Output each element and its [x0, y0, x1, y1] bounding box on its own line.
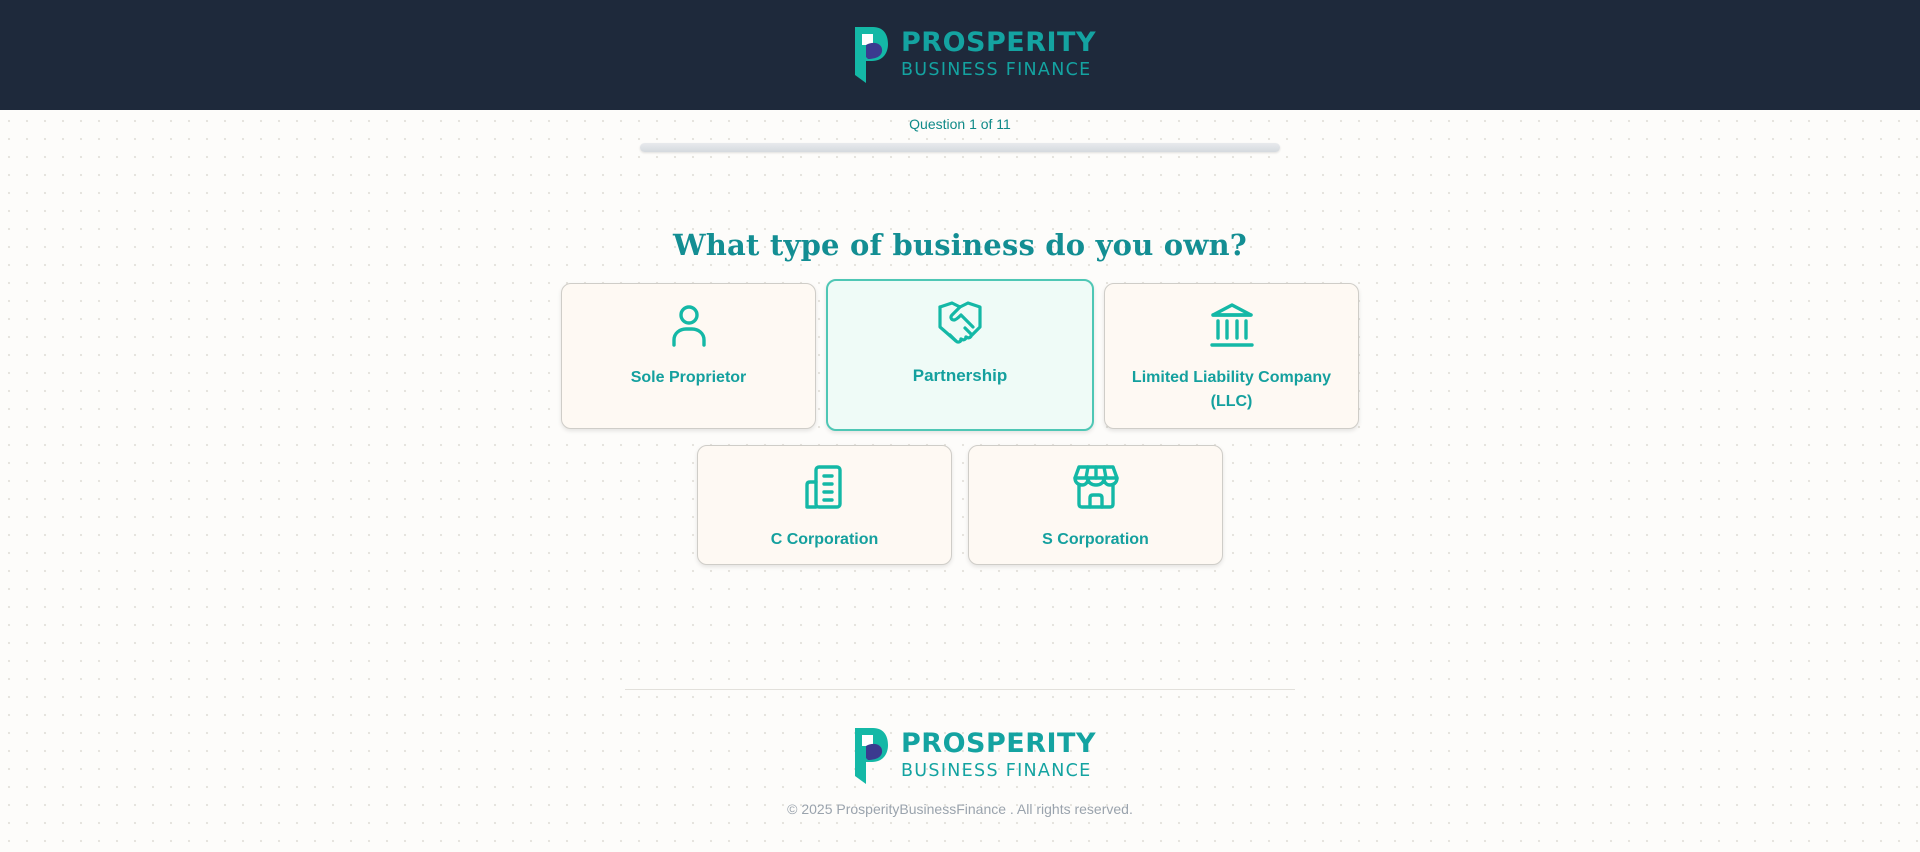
prosperity-logo-icon: [855, 27, 888, 83]
copyright-text: © 2025 ProsperityBusinessFinance . All r…: [787, 801, 1133, 817]
header-logo[interactable]: PROSPERITY BUSINESS FINANCE: [855, 27, 1096, 83]
prosperity-logo-icon: [855, 728, 888, 784]
office-building-icon: [804, 465, 842, 509]
option-label: Partnership: [912, 366, 1008, 385]
brand-tagline: BUSINESS FINANCE: [901, 761, 1092, 781]
footer-divider: [625, 689, 1295, 690]
progress-label: Question 1 of 11: [909, 116, 1011, 132]
option-sole-proprietor[interactable]: Sole Proprietor: [561, 283, 816, 429]
store-icon: [1072, 465, 1119, 509]
brand-name: PROSPERITY: [901, 27, 1097, 58]
brand-tagline: BUSINESS FINANCE: [901, 60, 1092, 80]
person-icon: [671, 305, 706, 347]
option-partnership[interactable]: Partnership: [826, 279, 1094, 431]
footer-logo[interactable]: PROSPERITY BUSINESS FINANCE: [855, 728, 1096, 784]
progress-bar: [640, 143, 1280, 152]
option-label: Sole Proprietor: [630, 369, 747, 386]
option-llc[interactable]: Limited Liability Company (LLC): [1104, 283, 1359, 429]
handshake-icon: [938, 301, 982, 344]
option-c-corporation[interactable]: C Corporation: [697, 445, 952, 565]
brand-name: PROSPERITY: [901, 728, 1097, 759]
option-label: Limited Liability Company (LLC): [1131, 369, 1332, 410]
option-label: C Corporation: [770, 531, 879, 548]
question-title: What type of business do you own?: [673, 228, 1247, 262]
site-header: PROSPERITY BUSINESS FINANCE: [0, 0, 1920, 110]
bank-icon: [1209, 303, 1254, 347]
option-label: S Corporation: [1042, 531, 1149, 548]
option-s-corporation[interactable]: S Corporation: [968, 445, 1223, 565]
